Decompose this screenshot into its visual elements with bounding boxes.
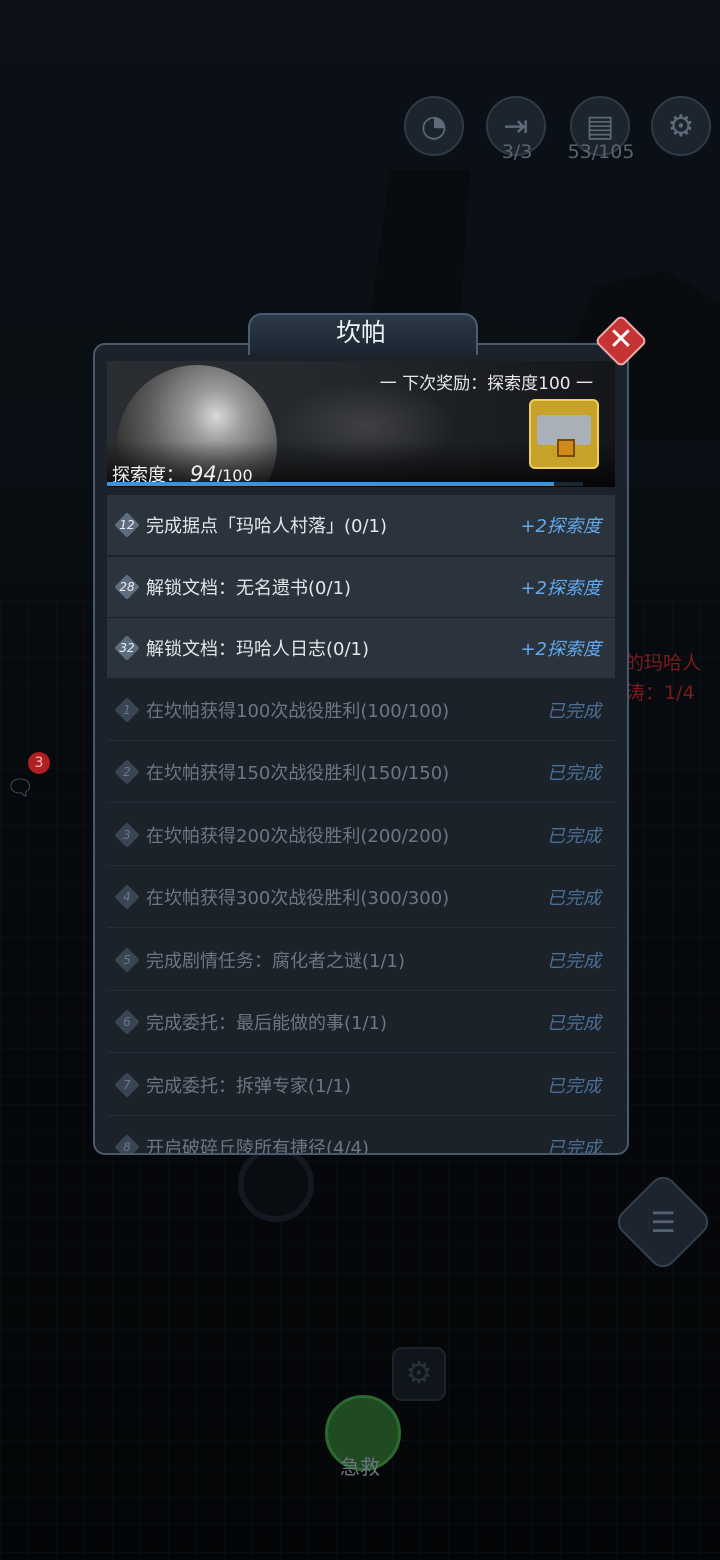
task-text: 在坎帕获得300次战役胜利(300/300) [146, 888, 450, 909]
task-row[interactable]: 7 完成委托：拆弹专家(1/1) 已完成 [107, 1054, 615, 1116]
task-reward: 已完成 [547, 1013, 601, 1034]
planet-banner: 一 下次奖励：探索度100 一 探索度： 94/100 [107, 361, 615, 487]
task-row[interactable]: 12 完成据点「玛哈人村落」(0/1) +2探索度 [107, 495, 615, 555]
exploration-panel: 一 下次奖励：探索度100 一 探索度： 94/100 12 完成据点「玛哈人村落」… [93, 343, 629, 1155]
task-number-badge: 1 [114, 696, 140, 723]
task-row[interactable]: 32 解锁文档：玛哈人日志(0/1) +2探索度 [107, 618, 615, 678]
task-reward: 已完成 [547, 950, 601, 972]
task-row[interactable]: 2 在坎帕获得150次战役胜利(150/150) 已完成 [107, 742, 615, 803]
exit-count: 3/3 [501, 141, 533, 163]
task-row[interactable]: 6 完成委托：最后能做的事(1/1) 已完成 [107, 992, 615, 1053]
task-text: 在坎帕获得150次战役胜利(150/150) [146, 763, 450, 784]
task-row[interactable]: 3 在坎帕获得200次战役胜利(200/200) 已完成 [107, 804, 615, 866]
task-text: 完成委托：拆弹专家(1/1) [146, 1075, 352, 1097]
chat-icon[interactable]: 🗨 [6, 776, 34, 801]
task-number-badge: 7 [114, 1071, 140, 1098]
task-row[interactable]: 5 完成剧情任务：腐化者之谜(1/1) 已完成 [107, 929, 615, 991]
radar-icon: ◔ [404, 96, 464, 156]
task-number-badge: 5 [114, 946, 140, 973]
close-button[interactable]: ✕ [594, 314, 648, 368]
next-reward-text: 一 下次奖励：探索度100 一 [379, 374, 593, 394]
task-text: 在坎帕获得100次战役胜利(100/100) [146, 700, 450, 722]
task-text: 完成剧情任务：腐化者之谜(1/1) [146, 950, 406, 972]
side-quest-text: 的玛哈人 [625, 652, 702, 674]
task-reward: 已完成 [547, 1075, 601, 1097]
radar-button[interactable]: ◔ [404, 96, 466, 158]
task-number-badge: 6 [114, 1009, 140, 1035]
task-text: 完成委托：最后能做的事(1/1) [146, 1013, 388, 1034]
task-text: 完成据点「玛哈人村落」(0/1) [146, 516, 388, 537]
close-icon: ✕ [608, 322, 634, 357]
task-reward: 已完成 [547, 700, 601, 722]
task-reward: +2探索度 [520, 639, 601, 660]
backpack-button[interactable]: ▤ 53/105 [568, 96, 634, 163]
task-reward: +2探索度 [520, 516, 601, 537]
task-number-badge: 28 [114, 573, 140, 600]
exploration-progress-bar [107, 482, 583, 486]
task-number-badge: 12 [114, 512, 140, 538]
task-text: 开启破碎丘陵所有捷径(4/4) [146, 1138, 370, 1155]
settings-button[interactable]: ⚙ [651, 96, 713, 158]
panel-title: 坎帕 [335, 318, 386, 347]
task-row[interactable]: 4 在坎帕获得300次战役胜利(300/300) 已完成 [107, 867, 615, 928]
task-number-badge: 3 [114, 821, 140, 848]
task-number-badge: 32 [114, 635, 140, 661]
task-reward: +2探索度 [520, 577, 601, 599]
task-text: 在坎帕获得200次战役胜利(200/200) [146, 825, 450, 847]
task-number-badge: 4 [114, 884, 140, 910]
task-row[interactable]: 1 在坎帕获得100次战役胜利(100/100) 已完成 [107, 679, 615, 741]
task-reward: 已完成 [547, 888, 601, 909]
first-aid-label: 急救 [340, 1455, 380, 1479]
task-text: 解锁文档：玛哈人日志(0/1) [146, 639, 370, 660]
task-text: 解锁文档：无名遗书(0/1) [146, 577, 352, 599]
task-reward: 已完成 [547, 1138, 601, 1155]
task-reward: 已完成 [547, 825, 601, 847]
notification-badge: 3 [28, 752, 50, 774]
task-number-badge: 8 [114, 1134, 140, 1153]
task-number-badge: 2 [114, 759, 140, 785]
reward-chest-icon[interactable] [529, 399, 599, 469]
gear-icon: ⚙ [651, 96, 711, 156]
exploration-progress-fill [107, 482, 555, 486]
task-row[interactable]: 8 开启破碎丘陵所有捷径(4/4) 已完成 [107, 1117, 615, 1155]
task-list[interactable]: 12 完成据点「玛哈人村落」(0/1) +2探索度 28 解锁文档：无名遗书(0/1) +… [107, 495, 615, 1155]
checklist-icon: ☰ [650, 1205, 676, 1239]
task-row[interactable]: 28 解锁文档：无名遗书(0/1) +2探索度 [107, 556, 615, 617]
exit-door-button[interactable]: ⇥ 3/3 [486, 96, 548, 163]
backpack-count: 53/105 [567, 141, 635, 163]
side-quest-progress: 涛：1/4 [626, 682, 695, 704]
task-reward: 已完成 [547, 763, 601, 784]
